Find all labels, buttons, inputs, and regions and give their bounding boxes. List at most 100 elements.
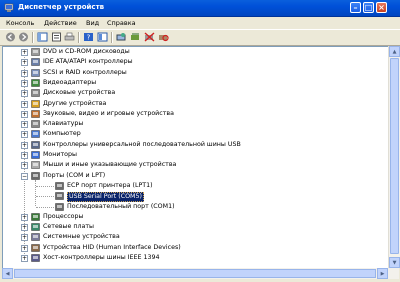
cdrom-icon — [31, 48, 40, 56]
tree-item-category[interactable]: + Компьютер — [3, 129, 383, 139]
tree-item-label: Порты (COM и LPT) — [43, 171, 106, 179]
tree-item-category[interactable]: + DVD и CD-ROM дисководы — [3, 47, 383, 57]
forward-icon[interactable] — [18, 32, 29, 42]
scroll-up-arrow[interactable]: ▲ — [389, 46, 400, 57]
expand-icon[interactable]: + — [21, 162, 28, 170]
port-icon — [55, 192, 64, 200]
expand-icon[interactable]: + — [21, 255, 28, 262]
tree-item-category[interactable]: + Системные устройства — [3, 232, 383, 242]
tree-item-label: Другие устройства — [43, 99, 107, 107]
port-icon — [31, 171, 40, 180]
tree-item-category[interactable]: − Порты (COM и LPT) — [3, 171, 383, 181]
expand-icon[interactable]: + — [21, 224, 28, 232]
expand-icon[interactable]: + — [21, 49, 28, 56]
tree-item-device-selected[interactable]: USB Serial Port (COM5) — [3, 191, 383, 203]
vertical-scrollbar[interactable]: ▲ ▼ — [388, 46, 400, 268]
tree-item-category[interactable]: + Хост-контроллеры шины IEEE 1394 — [3, 253, 383, 263]
tree-item-category[interactable]: + SCSI и RAID контроллеры — [3, 68, 383, 78]
tree-item-category[interactable]: + Мониторы — [3, 150, 383, 160]
expand-icon[interactable]: + — [21, 110, 28, 118]
scroll-left-arrow[interactable]: ◀ — [2, 268, 13, 279]
menu-action[interactable]: Действие — [44, 19, 77, 27]
tree-item-label: Сетевые платы — [43, 223, 95, 231]
scan-icon[interactable] — [116, 32, 127, 42]
back-icon[interactable] — [5, 32, 16, 42]
tree-item-label: Компьютер — [43, 130, 81, 138]
tree-item-label: Хост-контроллеры шины IEEE 1394 — [43, 254, 160, 261]
collapse-icon[interactable]: − — [21, 172, 28, 180]
tree-item-label: Системные устройства — [43, 233, 120, 241]
tree-item-category[interactable]: + Мыши и иные указывающие устройства — [3, 160, 383, 170]
tree-item-label: SCSI и RAID контроллеры — [43, 68, 127, 76]
disable-icon[interactable] — [144, 32, 155, 42]
expand-icon[interactable]: + — [21, 90, 28, 98]
expand-icon[interactable]: + — [21, 244, 28, 252]
update-driver-icon[interactable] — [130, 32, 141, 42]
sound-icon — [31, 110, 40, 118]
tree-item-category[interactable]: + Другие устройства — [3, 99, 383, 109]
tree-item-label: Мониторы — [43, 151, 77, 158]
close-button[interactable]: × — [376, 2, 387, 13]
tree-item-label: Видеоадаптеры — [43, 78, 97, 86]
uninstall-icon[interactable] — [158, 32, 169, 42]
help-icon[interactable]: ? — [83, 32, 94, 42]
expand-icon[interactable]: + — [21, 152, 28, 159]
hid-icon — [31, 243, 40, 252]
tree-item-category[interactable]: + Контроллеры универсальной последователь… — [3, 140, 383, 150]
menu-view[interactable]: Вид — [86, 19, 99, 27]
expand-icon[interactable]: + — [21, 141, 28, 149]
view-icon[interactable] — [37, 32, 48, 42]
expand-icon[interactable]: + — [21, 234, 28, 242]
toolbar-separator — [111, 32, 113, 43]
device-manager-window: Диспетчер устройств – □ × Консоль Действ… — [0, 0, 400, 282]
device-tree[interactable]: + DVD и CD-ROM дисководы + IDE ATA/ATAPI ко… — [2, 46, 389, 270]
tree-item-category[interactable]: + Клавиатуры — [3, 119, 383, 129]
mouse-icon — [31, 161, 40, 170]
network-icon — [31, 223, 40, 231]
tree-item-category[interactable]: + Дисковые устройства — [3, 88, 383, 98]
minimize-button[interactable]: – — [350, 2, 361, 13]
expand-icon[interactable]: + — [21, 121, 28, 129]
properties-icon[interactable] — [51, 32, 62, 42]
tree-item-label: Звуковые, видео и игровые устройства — [43, 109, 174, 117]
title-bar[interactable]: Диспетчер устройств – □ × — [0, 0, 400, 17]
processor-icon — [31, 213, 40, 221]
tree-item-category[interactable]: + Видеоадаптеры — [3, 78, 383, 88]
toolbar-separator — [78, 32, 80, 43]
expand-icon[interactable]: + — [21, 79, 28, 87]
tree-item-category[interactable]: + Сетевые платы — [3, 222, 383, 232]
tree-item-category[interactable]: + Звуковые, видео и игровые устройства — [3, 109, 383, 119]
view-alt-icon[interactable] — [97, 32, 108, 42]
print-icon[interactable] — [64, 32, 75, 42]
scroll-right-arrow[interactable]: ▶ — [377, 268, 388, 279]
expand-icon[interactable]: + — [21, 59, 28, 67]
tree-item-label: Процессоры — [43, 212, 84, 220]
expand-icon[interactable]: + — [21, 69, 28, 77]
tree-item-category[interactable]: + Устройства HID (Human Interface Devices… — [3, 243, 383, 253]
tree-item-category[interactable]: + Процессоры — [3, 212, 383, 222]
toolbar-separator — [32, 32, 34, 43]
scroll-down-arrow[interactable]: ▼ — [389, 257, 400, 268]
tree-item-device[interactable]: ECP порт принтера (LPT1) — [3, 181, 383, 191]
menu-console[interactable]: Консоль — [6, 19, 34, 27]
vertical-scroll-thumb[interactable] — [390, 58, 399, 254]
expand-icon[interactable]: + — [21, 131, 28, 139]
horizontal-scrollbar[interactable]: ◀ ▶ — [2, 268, 399, 279]
tree-item-category[interactable]: + IDE ATA/ATAPI контроллеры — [3, 57, 383, 67]
expand-icon[interactable]: + — [21, 100, 28, 108]
menu-help[interactable]: Справка — [107, 19, 136, 27]
port-icon — [55, 202, 64, 211]
tree-item-label: IDE ATA/ATAPI контроллеры — [43, 58, 133, 66]
port-icon — [55, 182, 64, 190]
computer-icon — [31, 130, 40, 139]
expand-icon[interactable]: + — [21, 213, 28, 221]
maximize-button[interactable]: □ — [363, 2, 374, 13]
ieee1394-icon — [31, 254, 40, 262]
svg-text:?: ? — [87, 34, 91, 42]
tree-connector-line — [36, 206, 54, 208]
tree-item-label: Последовательный порт (COM1) — [67, 202, 175, 210]
horizontal-scroll-thumb[interactable] — [14, 269, 376, 278]
tree-connector-line — [36, 196, 54, 198]
tree-connector-line — [35, 179, 36, 207]
tree-item-device[interactable]: Последовательный порт (COM1) — [3, 202, 383, 212]
